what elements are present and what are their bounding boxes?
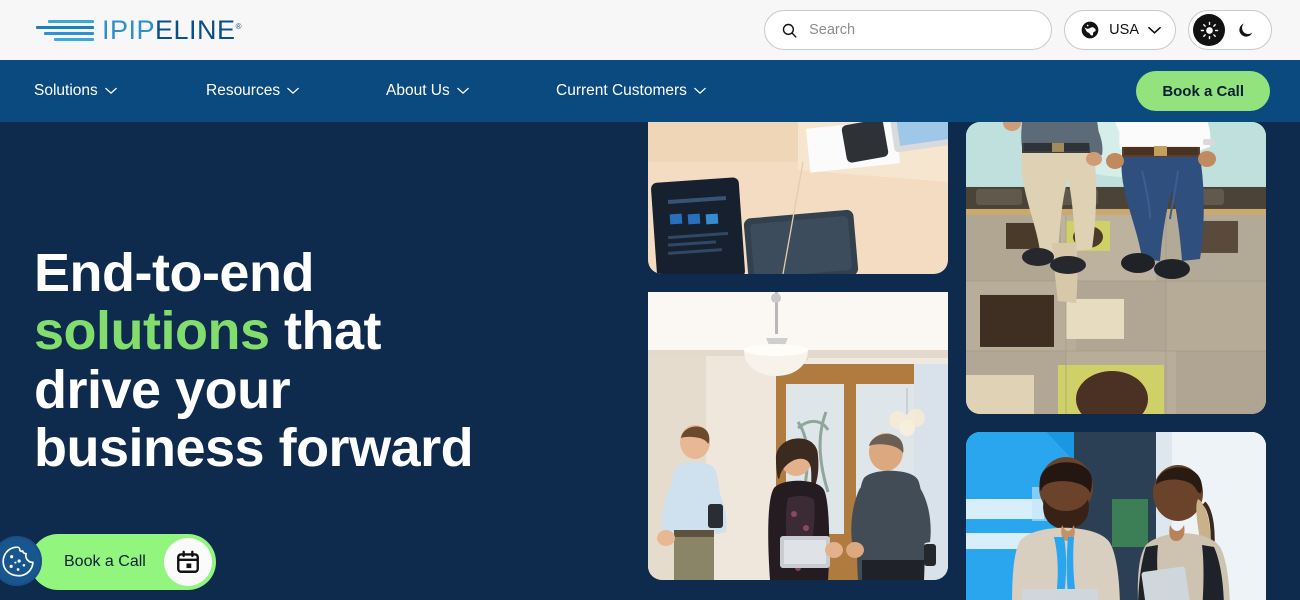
hero-headline-accent: solutions bbox=[34, 301, 270, 362]
hero-headline-line1: End-to-end bbox=[34, 243, 314, 303]
collage-column-left bbox=[648, 122, 948, 600]
colleagues-walking-lobby-photo bbox=[648, 292, 948, 580]
region-selector[interactable]: USA bbox=[1064, 10, 1176, 50]
top-header: IPIPELINE® USA bbox=[0, 0, 1300, 60]
hero-headline-line3: drive your bbox=[34, 359, 291, 420]
globe-icon bbox=[1081, 21, 1099, 39]
chevron-down-icon bbox=[1148, 26, 1161, 34]
theme-toggle[interactable] bbox=[1188, 10, 1272, 50]
nav-item-solutions[interactable]: Solutions bbox=[34, 82, 206, 100]
site-logo[interactable]: IPIPELINE® bbox=[36, 15, 242, 46]
nav-label: Resources bbox=[206, 82, 281, 99]
nav-label: About Us bbox=[386, 82, 450, 99]
logo-trademark: ® bbox=[235, 21, 242, 31]
cookie-icon bbox=[2, 546, 34, 577]
floating-book-a-call-widget[interactable]: Book a Call bbox=[30, 534, 216, 590]
chevron-down-icon bbox=[694, 87, 706, 95]
office-desk-tablets-photo bbox=[648, 122, 948, 274]
nav-item-resources[interactable]: Resources bbox=[206, 82, 386, 100]
hero-image-collage bbox=[648, 122, 1300, 600]
hero-headline-line4: business forward bbox=[34, 417, 474, 478]
logo-text-prefix: IPIP bbox=[102, 14, 156, 45]
chevron-down-icon bbox=[287, 87, 299, 95]
nav-label: Current Customers bbox=[556, 82, 687, 99]
calendar-glyph bbox=[176, 550, 199, 573]
logo-text-suffix: ELINE bbox=[155, 14, 236, 45]
main-navigation: Solutions Resources About Us Current Cus… bbox=[0, 60, 1300, 122]
floating-book-a-call-label: Book a Call bbox=[64, 553, 146, 570]
moon-icon bbox=[1239, 23, 1253, 37]
hero-headline-line2-rest: that bbox=[269, 301, 381, 362]
region-label: USA bbox=[1109, 22, 1139, 38]
chevron-down-icon bbox=[104, 87, 117, 95]
book-a-call-button[interactable]: Book a Call bbox=[1136, 71, 1270, 111]
nav-label: Solutions bbox=[34, 82, 98, 99]
search-icon bbox=[782, 23, 797, 38]
light-mode-option[interactable] bbox=[1193, 14, 1225, 46]
nav-item-current-customers[interactable]: Current Customers bbox=[556, 82, 756, 100]
chevron-down-icon bbox=[456, 87, 469, 95]
nav-item-about-us[interactable]: About Us bbox=[386, 82, 556, 100]
sun-icon bbox=[1200, 21, 1218, 39]
hero-headline: End-to-end solutions that drive your bus… bbox=[34, 244, 594, 477]
search-box[interactable] bbox=[764, 10, 1053, 50]
hero-section: End-to-end solutions that drive your bus… bbox=[0, 122, 1300, 600]
two-colleagues-laptops-photo bbox=[966, 431, 1266, 600]
logo-wordmark: IPIPELINE® bbox=[102, 15, 242, 46]
calendar-icon[interactable] bbox=[163, 538, 212, 586]
two-men-walking-carpet-photo bbox=[966, 122, 1266, 414]
hero-copy: End-to-end solutions that drive your bus… bbox=[34, 244, 594, 477]
collage-column-right bbox=[966, 122, 1266, 600]
logo-lines-icon bbox=[36, 19, 94, 41]
search-input[interactable] bbox=[809, 22, 1036, 38]
header-actions: USA bbox=[764, 10, 1272, 50]
dark-mode-option[interactable] bbox=[1230, 14, 1262, 46]
